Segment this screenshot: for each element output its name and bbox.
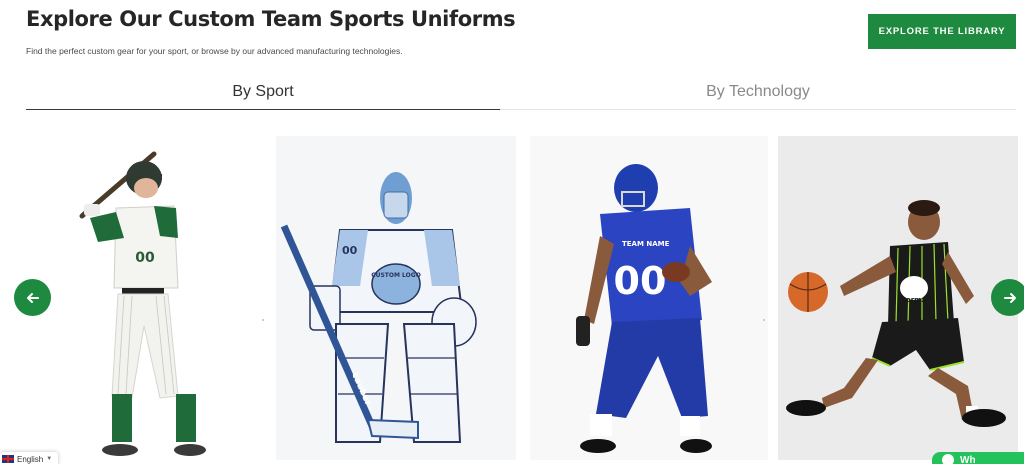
arrow-left-icon bbox=[26, 292, 39, 303]
chat-bubble-icon bbox=[942, 454, 954, 464]
category-tabs: By Sport By Technology bbox=[26, 74, 1016, 110]
tab-by-sport[interactable]: By Sport bbox=[26, 74, 500, 110]
basketball-crest-text: Normzl bbox=[900, 296, 928, 304]
tab-by-technology[interactable]: By Technology bbox=[500, 74, 1016, 110]
explore-library-button[interactable]: EXPLORE THE LIBRARY bbox=[868, 14, 1016, 49]
baseball-player-image: 00 bbox=[79, 151, 206, 456]
page-subtitle: Find the perfect custom gear for your sp… bbox=[26, 46, 403, 56]
page-title: Explore Our Custom Team Sports Uniforms bbox=[26, 7, 516, 31]
sport-card-baseball[interactable]: 00 bbox=[28, 136, 264, 460]
sport-card-hockey[interactable]: 00 CUSTOM LOGO cauber bbox=[276, 136, 516, 460]
carousel-next-button[interactable] bbox=[991, 279, 1024, 316]
basketball-player-image: Normzl bbox=[786, 200, 1006, 427]
carousel-dot bbox=[262, 319, 264, 321]
language-label: English bbox=[17, 454, 44, 464]
hockey-sleeve-number: 00 bbox=[342, 244, 358, 257]
baseball-jersey-number: 00 bbox=[135, 250, 155, 266]
football-player-image: TEAM NAME 00 bbox=[576, 164, 712, 453]
carousel-dot bbox=[763, 319, 765, 321]
football-name-text: TEAM NAME bbox=[622, 240, 670, 248]
whatsapp-chat-button[interactable]: Wh bbox=[932, 452, 1024, 464]
chat-label: Wh bbox=[960, 454, 976, 464]
hockey-goalie-image: 00 CUSTOM LOGO cauber bbox=[280, 172, 477, 443]
chevron-down-icon: ▼ bbox=[46, 456, 53, 462]
arrow-right-icon bbox=[1003, 292, 1016, 303]
hockey-crest-text: CUSTOM LOGO bbox=[371, 272, 421, 279]
football-jersey-number: 00 bbox=[614, 259, 667, 303]
carousel-prev-button[interactable] bbox=[14, 279, 51, 316]
language-selector[interactable]: English ▼ bbox=[0, 452, 58, 464]
uk-flag-icon bbox=[2, 455, 14, 463]
sport-card-football[interactable]: TEAM NAME 00 bbox=[530, 136, 768, 460]
sport-card-basketball[interactable]: Normzl bbox=[778, 136, 1018, 460]
